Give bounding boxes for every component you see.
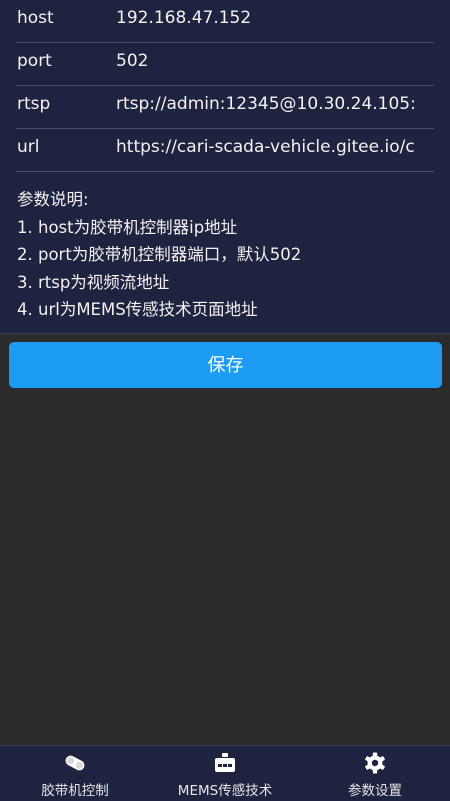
nav-label: 胶带机控制 xyxy=(41,783,109,799)
bottom-nav: 胶带机控制 MEMS传感技术 参数设置 xyxy=(0,745,450,801)
gear-icon xyxy=(365,752,385,774)
nav-item-mems[interactable]: MEMS传感技术 xyxy=(150,746,300,801)
nav-label: 参数设置 xyxy=(348,783,402,799)
nav-item-settings[interactable]: 参数设置 xyxy=(300,746,450,801)
host-field[interactable] xyxy=(116,8,434,28)
settings-panel: host port rtsp url 参数说明: 1. host为胶带机控制器i… xyxy=(0,0,450,334)
note-item: 1. host为胶带机控制器ip地址 xyxy=(17,217,238,237)
save-button[interactable]: 保存 xyxy=(9,342,442,388)
nav-item-belt-control[interactable]: 胶带机控制 xyxy=(0,746,150,801)
port-field[interactable] xyxy=(116,51,434,71)
host-row: host xyxy=(16,0,434,43)
note-item: 4. url为MEMS传感技术页面地址 xyxy=(17,300,258,319)
url-label: url xyxy=(17,137,40,157)
note-item: 3. rtsp为视频流地址 xyxy=(17,272,170,292)
port-row: port xyxy=(16,43,434,86)
port-label: port xyxy=(17,51,52,71)
parameter-notes: 参数说明: 1. host为胶带机控制器ip地址 2. port为胶带机控制器端… xyxy=(17,186,437,324)
host-label: host xyxy=(17,8,54,28)
rtsp-row: rtsp xyxy=(16,86,434,129)
url-row: url xyxy=(16,129,434,172)
notes-title: 参数说明: xyxy=(17,190,89,209)
belt-conveyor-icon xyxy=(65,755,85,771)
rtsp-field[interactable] xyxy=(116,94,434,114)
rtsp-label: rtsp xyxy=(17,94,51,114)
note-item: 2. port为胶带机控制器端口，默认502 xyxy=(17,245,302,264)
url-field[interactable] xyxy=(116,137,434,157)
sensor-box-icon xyxy=(215,753,235,772)
nav-label: MEMS传感技术 xyxy=(177,783,273,799)
